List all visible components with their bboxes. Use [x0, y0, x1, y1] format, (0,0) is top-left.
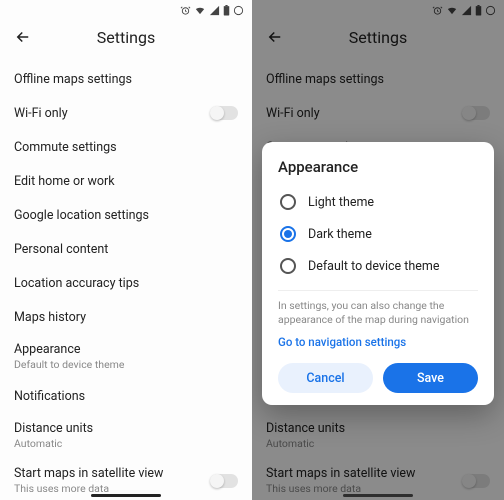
cancel-button[interactable]: Cancel — [278, 363, 373, 393]
row-label: Start maps in satellite view — [14, 466, 210, 481]
screen-settings-left: Settings Offline maps settings Wi-Fi only… — [0, 0, 252, 500]
settings-row[interactable]: Personal content — [0, 232, 252, 266]
divider — [278, 290, 478, 291]
settings-row[interactable]: Offline maps settings — [0, 62, 252, 96]
row-label: Location accuracy tips — [14, 276, 238, 291]
circle-icon — [233, 5, 244, 16]
settings-row[interactable]: Google location settings — [0, 198, 252, 232]
appearance-dialog: Appearance Light theme Dark theme Default … — [262, 142, 494, 405]
navigation-settings-link[interactable]: Go to navigation settings — [278, 335, 478, 349]
row-label: Maps history — [14, 310, 238, 325]
settings-row[interactable]: Maps history — [0, 300, 252, 334]
signal-icon — [209, 5, 220, 16]
settings-row[interactable]: Notifications — [0, 379, 252, 413]
save-button[interactable]: Save — [383, 363, 478, 393]
settings-row[interactable]: Wi-Fi only — [0, 96, 252, 130]
row-label: Distance units — [14, 421, 238, 436]
radio-icon — [280, 258, 296, 274]
option-label: Light theme — [308, 195, 374, 210]
dialog-title: Appearance — [278, 158, 478, 176]
row-sublabel: Automatic — [14, 437, 238, 450]
battery-icon — [223, 5, 230, 16]
status-bar — [0, 0, 252, 18]
radio-icon — [280, 226, 296, 242]
toggle-switch[interactable] — [210, 106, 238, 120]
settings-list: Offline maps settings Wi-Fi only Commute s… — [0, 56, 252, 500]
theme-option[interactable]: Dark theme — [278, 218, 478, 250]
header: Settings — [0, 18, 252, 56]
wifi-icon — [194, 5, 206, 16]
settings-row[interactable]: Commute settings — [0, 130, 252, 164]
page-title: Settings — [12, 28, 240, 47]
theme-option[interactable]: Light theme — [278, 186, 478, 218]
settings-row[interactable]: Distance unitsAutomatic — [0, 413, 252, 458]
row-label: Commute settings — [14, 140, 238, 155]
row-label: Appearance — [14, 342, 238, 357]
row-label: Edit home or work — [14, 174, 238, 189]
row-label: Google location settings — [14, 208, 238, 223]
row-label: Wi-Fi only — [14, 106, 210, 121]
row-label: Offline maps settings — [14, 72, 238, 87]
row-label: Notifications — [14, 389, 238, 404]
settings-row[interactable]: AppearanceDefault to device theme — [0, 334, 252, 379]
screen-settings-right: Settings Offline maps settingsWi-Fi only… — [252, 0, 504, 500]
option-label: Dark theme — [308, 227, 372, 242]
settings-row[interactable]: Edit home or work — [0, 164, 252, 198]
home-indicator[interactable] — [91, 494, 161, 497]
dialog-button-row: Cancel Save — [278, 363, 478, 393]
theme-option[interactable]: Default to device theme — [278, 250, 478, 282]
toggle-switch[interactable] — [210, 474, 238, 488]
dialog-note: In settings, you can also change the app… — [278, 299, 478, 327]
settings-row[interactable]: Location accuracy tips — [0, 266, 252, 300]
row-sublabel: Default to device theme — [14, 358, 238, 371]
radio-icon — [280, 194, 296, 210]
alarm-icon — [180, 5, 191, 16]
row-label: Personal content — [14, 242, 238, 257]
option-label: Default to device theme — [308, 259, 439, 274]
